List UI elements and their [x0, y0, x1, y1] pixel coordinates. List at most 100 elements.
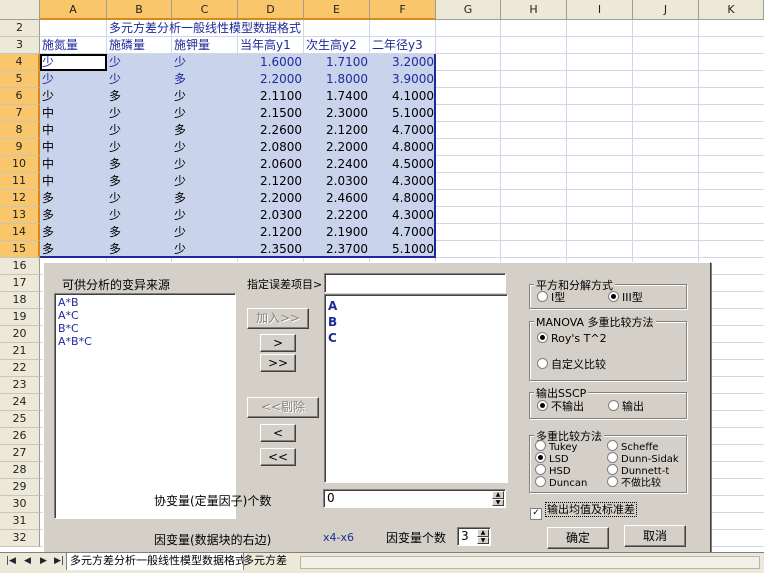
row-header-26[interactable]: 26 — [0, 428, 40, 445]
column-header-b[interactable]: B — [107, 0, 172, 20]
header-cell[interactable]: 施磷量 — [107, 37, 172, 54]
row-header-7[interactable]: 7 — [0, 105, 40, 122]
add-button[interactable]: 加入>> — [247, 308, 309, 329]
data-cell[interactable]: 4.7000 — [370, 224, 436, 241]
data-cell[interactable]: 2.0300 — [304, 173, 370, 190]
prev-sheet-icon[interactable]: ◀ — [24, 556, 31, 566]
data-cell[interactable]: 少 — [172, 173, 238, 190]
data-cell[interactable]: 2.1200 — [238, 173, 304, 190]
data-cell[interactable]: 多 — [107, 88, 172, 105]
column-header-g[interactable]: G — [436, 0, 501, 20]
row-header-31[interactable]: 31 — [0, 513, 40, 530]
data-cell[interactable]: 中 — [40, 122, 107, 139]
cancel-button[interactable]: 取消 — [624, 525, 686, 547]
data-cell[interactable]: 4.3000 — [370, 207, 436, 224]
data-cell[interactable]: 2.2400 — [304, 156, 370, 173]
row-header-12[interactable]: 12 — [0, 190, 40, 207]
data-cell[interactable]: 中 — [40, 156, 107, 173]
row-header-20[interactable]: 20 — [0, 326, 40, 343]
data-cell[interactable]: 2.2000 — [238, 190, 304, 207]
data-cell[interactable]: 少 — [172, 156, 238, 173]
data-cell[interactable]: 多 — [40, 207, 107, 224]
data-cell[interactable]: 少 — [107, 71, 172, 88]
row-header-29[interactable]: 29 — [0, 479, 40, 496]
row-header-22[interactable]: 22 — [0, 360, 40, 377]
column-header-e[interactable]: E — [304, 0, 370, 20]
data-cell[interactable]: 少 — [107, 207, 172, 224]
data-cell[interactable]: 5.1000 — [370, 241, 436, 258]
row-header-5[interactable]: 5 — [0, 71, 40, 88]
data-cell[interactable]: 2.1100 — [238, 88, 304, 105]
dependent-count-input[interactable]: 3 ▲ ▼ — [457, 527, 491, 546]
ss-type1-radio[interactable]: I型 — [537, 291, 565, 304]
last-sheet-icon[interactable]: ▶| — [54, 556, 64, 566]
data-cell[interactable]: 多 — [40, 190, 107, 207]
data-cell[interactable]: 少 — [172, 207, 238, 224]
data-cell[interactable]: 2.0600 — [238, 156, 304, 173]
row-header-28[interactable]: 28 — [0, 462, 40, 479]
data-cell[interactable]: 2.1900 — [304, 224, 370, 241]
header-cell[interactable]: 施氮量 — [40, 37, 107, 54]
row-header-24[interactable]: 24 — [0, 394, 40, 411]
move-all-left-button[interactable]: << — [260, 448, 296, 466]
data-cell[interactable]: 2.2000 — [238, 71, 304, 88]
data-cell[interactable]: 4.7000 — [370, 122, 436, 139]
row-header-21[interactable]: 21 — [0, 343, 40, 360]
data-cell[interactable]: 多 — [172, 190, 238, 207]
data-cell[interactable]: 2.2200 — [304, 207, 370, 224]
horizontal-scrollbar[interactable] — [300, 556, 760, 569]
row-header-19[interactable]: 19 — [0, 309, 40, 326]
row-header-4[interactable]: 4 — [0, 54, 40, 71]
column-header-h[interactable]: H — [501, 0, 567, 20]
header-cell[interactable]: 二年径y3 — [370, 37, 436, 54]
covariate-count-input[interactable]: 0 ▲ ▼ — [323, 489, 506, 508]
available-source-item[interactable]: A*C — [55, 309, 235, 322]
row-header-18[interactable]: 18 — [0, 292, 40, 309]
sheet-title-cell[interactable]: 多元方差分析一般线性模型数据格式 — [107, 20, 370, 37]
data-cell[interactable]: 少 — [172, 224, 238, 241]
data-cell[interactable]: 2.4600 — [304, 190, 370, 207]
data-cell[interactable]: 2.3500 — [238, 241, 304, 258]
first-sheet-icon[interactable]: |◀ — [6, 556, 16, 566]
data-cell[interactable]: 多 — [172, 71, 238, 88]
data-cell[interactable]: 少 — [107, 139, 172, 156]
row-header-2[interactable]: 2 — [0, 20, 40, 37]
next-sheet-icon[interactable]: ▶ — [40, 556, 47, 566]
data-cell[interactable]: 1.7100 — [304, 54, 370, 71]
data-cell[interactable]: 多 — [107, 241, 172, 258]
data-cell[interactable]: 2.0800 — [238, 139, 304, 156]
sscp-none-radio[interactable]: 不输出 — [537, 400, 584, 413]
data-cell[interactable]: 少 — [172, 241, 238, 258]
row-header-32[interactable]: 32 — [0, 530, 40, 547]
selected-sources-list[interactable]: ABC — [324, 294, 508, 483]
data-cell[interactable]: 多 — [172, 122, 238, 139]
available-source-item[interactable]: B*C — [55, 322, 235, 335]
selected-source-item[interactable]: A — [325, 298, 507, 314]
row-header-25[interactable]: 25 — [0, 411, 40, 428]
sscp-output-radio[interactable]: 输出 — [608, 400, 644, 413]
header-cell[interactable]: 次生高y2 — [304, 37, 370, 54]
data-cell[interactable]: 4.1000 — [370, 88, 436, 105]
ok-button[interactable]: 确定 — [547, 527, 609, 549]
row-header-11[interactable]: 11 — [0, 173, 40, 190]
data-cell[interactable]: 少 — [40, 88, 107, 105]
column-header-c[interactable]: C — [172, 0, 238, 20]
data-cell[interactable]: 2.1200 — [238, 224, 304, 241]
move-all-right-button[interactable]: >> — [260, 354, 296, 372]
selected-source-item[interactable]: B — [325, 314, 507, 330]
row-header-10[interactable]: 10 — [0, 156, 40, 173]
data-cell[interactable]: 少 — [172, 88, 238, 105]
column-header-k[interactable]: K — [699, 0, 764, 20]
data-cell[interactable]: 2.2000 — [304, 139, 370, 156]
data-cell[interactable]: 3.2000 — [370, 54, 436, 71]
row-header-13[interactable]: 13 — [0, 207, 40, 224]
header-cell[interactable]: 当年高y1 — [238, 37, 304, 54]
data-cell[interactable]: 少 — [107, 54, 172, 71]
data-cell[interactable]: 多 — [107, 156, 172, 173]
data-cell[interactable]: 2.1500 — [238, 105, 304, 122]
row-header-9[interactable]: 9 — [0, 139, 40, 156]
data-cell[interactable]: 2.3000 — [304, 105, 370, 122]
sheet-tab-2[interactable]: 多元方差 — [240, 553, 296, 570]
data-cell[interactable]: 2.3700 — [304, 241, 370, 258]
row-header-3[interactable]: 3 — [0, 37, 40, 54]
